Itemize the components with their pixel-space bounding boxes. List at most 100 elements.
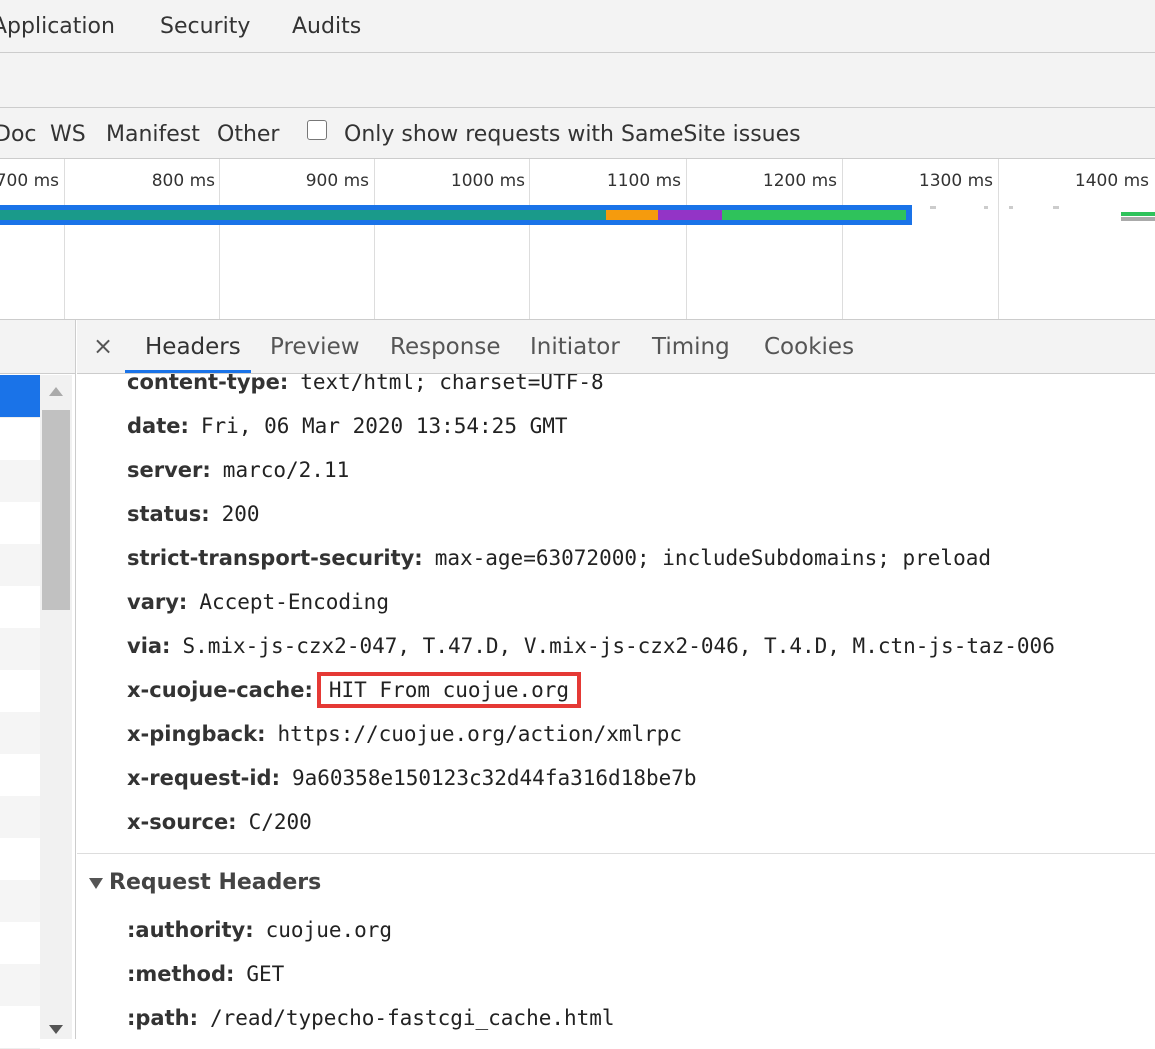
response-header-row: status: 200 bbox=[127, 502, 260, 526]
header-value: GET bbox=[246, 962, 285, 986]
request-header-row: :path: /read/typecho-fastcgi_cache.html bbox=[127, 1006, 615, 1030]
detail-tabbar: × Headers Preview Response Initiator Tim… bbox=[77, 320, 1155, 374]
header-value: S.mix-js-czx2-047, T.47.D, V.mix-js-czx2… bbox=[182, 634, 1055, 658]
tick-label: 1000 ms bbox=[450, 171, 525, 191]
header-name: content-type: bbox=[127, 374, 289, 394]
request-list bbox=[0, 320, 76, 1049]
tab-timing[interactable]: Timing bbox=[652, 334, 730, 360]
request-row[interactable] bbox=[0, 460, 40, 503]
tick-label: 1200 ms bbox=[762, 171, 837, 191]
tick-label: 1300 ms bbox=[918, 171, 993, 191]
tab-headers[interactable]: Headers bbox=[145, 334, 241, 360]
response-header-row: strict-transport-security: max-age=630720… bbox=[127, 546, 991, 570]
request-row[interactable] bbox=[0, 1006, 40, 1049]
response-header-row: x-cuojue-cache: HIT From cuojue.org bbox=[127, 672, 582, 708]
timeline-bar-small bbox=[1121, 217, 1155, 221]
close-icon[interactable]: × bbox=[93, 332, 113, 360]
active-tab-indicator bbox=[125, 370, 251, 373]
request-row[interactable] bbox=[0, 838, 40, 881]
timeline-gridline bbox=[686, 159, 687, 319]
timeline-bar-segment bbox=[606, 210, 658, 220]
tick-label: 1100 ms bbox=[606, 171, 681, 191]
request-row[interactable] bbox=[0, 922, 40, 965]
header-value: Accept-Encoding bbox=[199, 590, 389, 614]
header-value: Fri, 06 Mar 2020 13:54:25 GMT bbox=[200, 414, 568, 438]
timeline-mark bbox=[1053, 206, 1059, 209]
request-list-header bbox=[0, 320, 75, 374]
filter-ws[interactable]: WS bbox=[50, 122, 86, 147]
section-title: Request Headers bbox=[109, 870, 322, 895]
header-value: max-age=63072000; includeSubdomains; pre… bbox=[434, 546, 991, 570]
header-name: :method: bbox=[127, 962, 235, 986]
timeline-bar-small bbox=[1121, 212, 1155, 216]
header-value: cuojue.org bbox=[265, 918, 393, 942]
timeline-gridline bbox=[842, 159, 843, 319]
response-header-row: vary: Accept-Encoding bbox=[127, 590, 389, 614]
response-header-row: date: Fri, 06 Mar 2020 13:54:25 GMT bbox=[127, 414, 568, 438]
request-row[interactable] bbox=[0, 712, 40, 755]
filter-doc[interactable]: Doc bbox=[0, 122, 37, 147]
scroll-down-arrow-icon[interactable] bbox=[49, 1025, 63, 1034]
tab-security[interactable]: Security bbox=[160, 14, 250, 39]
filter-other[interactable]: Other bbox=[217, 122, 279, 147]
request-row[interactable] bbox=[0, 670, 40, 713]
network-toolbar bbox=[0, 53, 1155, 108]
timeline-overview[interactable]: 700 ms 800 ms 900 ms 1000 ms 1100 ms 120… bbox=[0, 159, 1155, 320]
request-header-row: :authority: cuojue.org bbox=[127, 918, 392, 942]
header-value: 200 bbox=[221, 502, 260, 526]
header-name: :authority: bbox=[127, 918, 254, 942]
timeline-bar-segment bbox=[0, 210, 606, 220]
header-name: server: bbox=[127, 458, 211, 482]
tick-label: 700 ms bbox=[0, 171, 59, 191]
header-name: x-pingback: bbox=[127, 722, 266, 746]
request-row[interactable] bbox=[0, 544, 40, 587]
request-row[interactable] bbox=[0, 586, 40, 629]
request-row-selected[interactable] bbox=[0, 375, 40, 418]
header-value: C/200 bbox=[248, 810, 312, 834]
tab-application[interactable]: Application bbox=[0, 14, 115, 39]
timeline-gridline bbox=[374, 159, 375, 319]
request-row[interactable] bbox=[0, 754, 40, 797]
request-row[interactable] bbox=[0, 628, 40, 671]
request-row[interactable] bbox=[0, 418, 40, 461]
header-name: via: bbox=[127, 634, 171, 658]
tick-label: 1400 ms bbox=[1074, 171, 1149, 191]
header-name: x-source: bbox=[127, 810, 237, 834]
tab-initiator[interactable]: Initiator bbox=[530, 334, 620, 360]
samesite-label: Only show requests with SameSite issues bbox=[344, 122, 801, 147]
response-header-row: via: S.mix-js-czx2-047, T.47.D, V.mix-js-… bbox=[127, 634, 1055, 658]
header-value: 9a60358e150123c32d44fa316d18be7b bbox=[291, 766, 697, 790]
header-name: x-cuojue-cache: bbox=[127, 678, 313, 702]
samesite-checkbox[interactable] bbox=[307, 120, 327, 140]
headers-content: content-type: text/html; charset=UTF-8 da… bbox=[77, 374, 1155, 1039]
scrollbar-thumb[interactable] bbox=[42, 410, 70, 610]
request-row[interactable] bbox=[0, 796, 40, 839]
request-row[interactable] bbox=[0, 880, 40, 923]
tab-preview[interactable]: Preview bbox=[270, 334, 360, 360]
header-name: status: bbox=[127, 502, 210, 526]
request-list-scrollbar[interactable] bbox=[40, 375, 72, 1039]
tab-audits[interactable]: Audits bbox=[292, 14, 361, 39]
scroll-up-arrow-icon[interactable] bbox=[49, 387, 63, 396]
header-value: /read/typecho-fastcgi_cache.html bbox=[210, 1006, 615, 1030]
request-row[interactable] bbox=[0, 502, 40, 545]
section-divider bbox=[77, 853, 1155, 854]
response-header-row: x-source: C/200 bbox=[127, 810, 312, 834]
header-name: date: bbox=[127, 414, 189, 438]
response-header-row: content-type: text/html; charset=UTF-8 bbox=[127, 374, 604, 394]
timeline-gridline bbox=[64, 159, 65, 319]
devtools-top-tabbar: Application Security Audits bbox=[0, 0, 1155, 53]
tab-cookies[interactable]: Cookies bbox=[764, 334, 854, 360]
request-detail-panel: × Headers Preview Response Initiator Tim… bbox=[77, 320, 1155, 1039]
response-header-row: x-request-id: 9a60358e150123c32d44fa316d1… bbox=[127, 766, 697, 790]
tab-response[interactable]: Response bbox=[390, 334, 500, 360]
header-value: https://cuojue.org/action/xmlrpc bbox=[277, 722, 683, 746]
filter-manifest[interactable]: Manifest bbox=[106, 122, 200, 147]
response-header-row: x-pingback: https://cuojue.org/action/xml… bbox=[127, 722, 682, 746]
timeline-mark bbox=[1009, 206, 1013, 209]
highlighted-header-value: HIT From cuojue.org bbox=[316, 672, 582, 708]
request-header-row: :method: GET bbox=[127, 962, 284, 986]
header-name: vary: bbox=[127, 590, 188, 614]
header-value: marco/2.11 bbox=[222, 458, 350, 482]
request-row[interactable] bbox=[0, 964, 40, 1007]
